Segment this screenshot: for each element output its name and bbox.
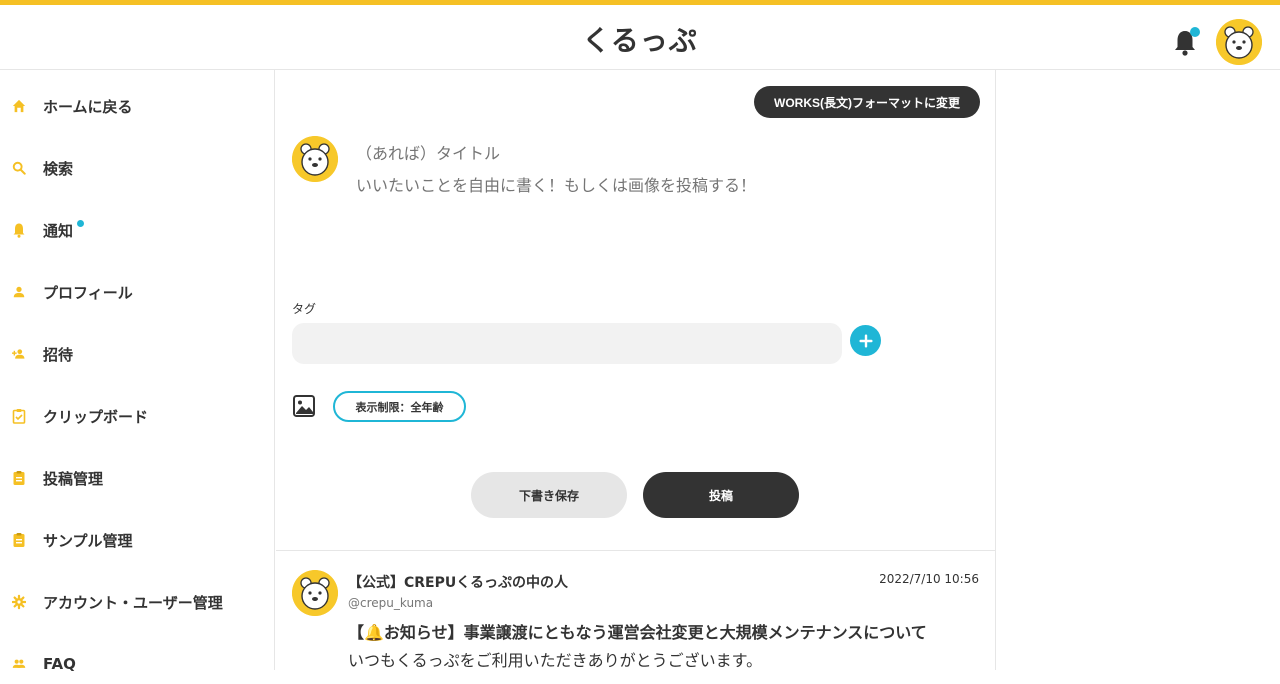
submit-post-button[interactable]: 投稿	[643, 472, 799, 518]
notification-bell-icon[interactable]	[1172, 27, 1200, 57]
composer-avatar	[292, 136, 338, 182]
person-add-icon	[12, 347, 26, 361]
gear-icon	[12, 594, 26, 610]
sidebar-item-faq[interactable]: FAQ	[0, 644, 274, 684]
sidebar-item-label: ホームに戻る	[43, 97, 133, 116]
divider	[276, 550, 996, 551]
notification-dot	[1190, 27, 1200, 37]
sidebar-item-label: FAQ	[43, 655, 76, 673]
body-textarea[interactable]	[356, 172, 956, 292]
sidebar-item-label: 招待	[43, 345, 74, 364]
sidebar: ホームに戻る 検索 通知 プロフィール 招待 クリップボード 投稿管理 サンプル…	[0, 70, 275, 673]
user-avatar[interactable]	[1216, 19, 1262, 65]
sidebar-item-label: プロフィール	[43, 283, 133, 302]
sidebar-item-sample-management[interactable]: サンプル管理	[0, 520, 274, 560]
sidebar-item-label: 投稿管理	[43, 469, 104, 488]
post-headline[interactable]: 【🔔お知らせ】事業譲渡にともなう運営会社変更と大規模メンテナンスについて	[348, 619, 927, 643]
sidebar-item-clipboard[interactable]: クリップボード	[0, 396, 274, 436]
tag-input[interactable]	[292, 323, 842, 364]
bell-icon	[12, 223, 26, 238]
person-icon	[12, 285, 26, 299]
main-column: WORKS(長文)フォーマットに変更 タグ 表示制限：全年齢 下書き保存 投稿	[276, 70, 996, 670]
sidebar-item-label: 検索	[43, 159, 74, 178]
notification-dot	[77, 219, 85, 227]
title-input[interactable]	[356, 140, 956, 166]
clipboard-icon	[12, 409, 26, 424]
sidebar-item-invite[interactable]: 招待	[0, 334, 274, 374]
tag-label: タグ	[292, 302, 317, 316]
sidebar-item-label: サンプル管理	[43, 531, 133, 550]
sidebar-item-label: クリップボード	[43, 407, 149, 426]
plus-icon	[859, 334, 872, 347]
sidebar-item-profile[interactable]: プロフィール	[0, 272, 274, 312]
document-icon	[12, 471, 26, 485]
app-title[interactable]: くるっぷ	[0, 19, 1280, 59]
save-draft-button[interactable]: 下書き保存	[471, 472, 627, 518]
content-rating-button[interactable]: 表示制限：全年齢	[333, 391, 466, 422]
sidebar-item-account-management[interactable]: アカウント・ユーザー管理	[0, 582, 274, 622]
sidebar-item-label: アカウント・ユーザー管理	[43, 593, 223, 612]
post-author-name[interactable]: 【公式】CREPUくるっぷの中の人	[348, 572, 568, 592]
post-body[interactable]: いつもくるっぷをご利用いただきありがとうございます。	[348, 647, 762, 671]
sidebar-item-home[interactable]: ホームに戻る	[0, 86, 274, 126]
sidebar-item-search[interactable]: 検索	[0, 148, 274, 188]
people-icon	[12, 657, 26, 671]
add-tag-button[interactable]	[850, 325, 881, 356]
home-icon	[12, 99, 26, 113]
top-bar: くるっぷ	[0, 0, 1280, 70]
post-author-avatar[interactable]	[292, 570, 338, 616]
sidebar-item-notifications[interactable]: 通知	[0, 210, 274, 250]
post-author-handle[interactable]: @crepu_kuma	[348, 596, 433, 610]
sidebar-item-label: 通知	[43, 221, 74, 240]
search-icon	[12, 161, 26, 175]
works-format-button[interactable]: WORKS(長文)フォーマットに変更	[754, 86, 980, 118]
post-timestamp: 2022/7/10 10:56	[879, 572, 979, 586]
sidebar-item-post-management[interactable]: 投稿管理	[0, 458, 274, 498]
document-icon	[12, 533, 26, 547]
image-upload-icon[interactable]	[292, 394, 316, 418]
